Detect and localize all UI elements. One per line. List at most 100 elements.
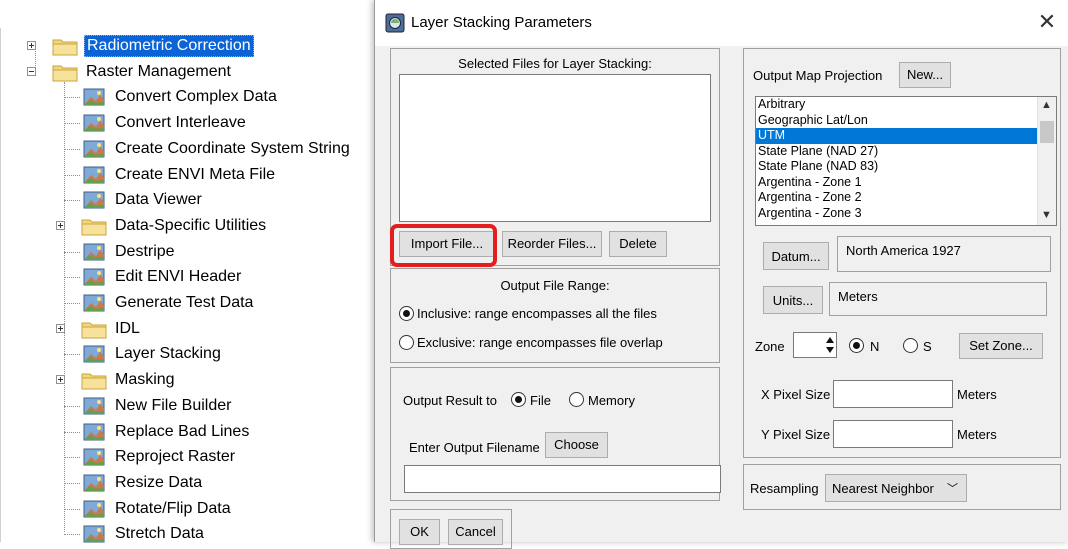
set-zone-button[interactable]: Set Zone...	[959, 333, 1043, 359]
tool-icon	[81, 113, 113, 133]
tree-item[interactable]: Data-Specific Utilities	[81, 213, 268, 239]
projection-option[interactable]: State Plane (NAD 27)	[756, 144, 1040, 160]
tree-item[interactable]: Generate Test Data	[81, 290, 255, 316]
tree-item-label: Reproject Raster	[115, 448, 236, 466]
tree-item[interactable]: Radiometric Correction	[52, 33, 254, 59]
tree-item[interactable]: Reproject Raster	[81, 444, 237, 470]
tree-line	[64, 303, 80, 304]
north-radio[interactable]	[849, 338, 864, 353]
tree-border	[0, 28, 1, 542]
y-pixel-input[interactable]	[833, 420, 953, 448]
expand-icon[interactable]	[56, 220, 65, 230]
expand-icon[interactable]	[56, 375, 65, 385]
tree-item-label: Edit ENVI Header	[115, 268, 242, 286]
tree-item-label: Layer Stacking	[115, 345, 221, 363]
units-button[interactable]: Units...	[763, 286, 823, 314]
exclusive-radio[interactable]	[399, 335, 414, 350]
tree-item-label: Stretch Data	[115, 525, 204, 543]
tree-item-label: Resize Data	[115, 473, 203, 491]
folder-icon	[81, 319, 113, 339]
projection-option[interactable]: Geographic Lat/Lon	[756, 113, 1040, 129]
import-file-highlight	[390, 224, 497, 267]
tree-item[interactable]: Edit ENVI Header	[81, 264, 243, 290]
output-filename-input[interactable]	[404, 465, 721, 493]
tree-line	[64, 148, 80, 150]
selected-files-label: Selected Files for Layer Stacking:	[458, 56, 652, 71]
tree-item-label: Create ENVI Meta File	[115, 165, 276, 183]
tree-item[interactable]: New File Builder	[81, 393, 233, 419]
tree-item[interactable]: Raster Management	[52, 59, 233, 85]
exclusive-label: Exclusive: range encompasses file overla…	[417, 335, 663, 350]
tree-item[interactable]: Layer Stacking	[81, 341, 223, 367]
tree-line	[64, 482, 80, 484]
tree-item[interactable]: Stretch Data	[81, 521, 206, 547]
tool-icon	[81, 499, 113, 519]
folder-icon	[81, 216, 113, 236]
app-icon	[385, 13, 405, 33]
folder-icon	[52, 36, 84, 56]
output-group: Output Result to File Memory Enter Outpu…	[390, 367, 721, 501]
reorder-files-button[interactable]: Reorder Files...	[502, 231, 602, 257]
cancel-button[interactable]: Cancel	[448, 519, 503, 545]
tool-icon	[81, 422, 113, 442]
projection-option[interactable]: Arbitrary	[756, 97, 1040, 113]
tree-item[interactable]: Convert Complex Data	[81, 84, 279, 110]
resampling-select[interactable]: Nearest Neighbor ﹀	[825, 474, 967, 502]
projection-option[interactable]: State Plane (NAD 83)	[756, 159, 1040, 175]
tree-item[interactable]: Create ENVI Meta File	[81, 162, 277, 188]
scroll-down-icon[interactable]: ▼	[1041, 209, 1052, 221]
projection-list[interactable]: Arbitrary Geographic Lat/Lon UTM State Plan…	[755, 96, 1057, 226]
tree-item-label: Destripe	[115, 242, 175, 260]
north-label: N	[870, 339, 880, 354]
tree-line	[64, 508, 80, 510]
title-bar: Layer Stacking Parameters ✕	[375, 0, 1068, 46]
tree-item[interactable]: Masking	[81, 367, 177, 393]
delete-button[interactable]: Delete	[609, 231, 667, 257]
output-file-range-group: Output File Range: Inclusive: range enco…	[390, 268, 720, 363]
ok-button[interactable]: OK	[399, 519, 440, 545]
tree-item-label: IDL	[115, 319, 140, 337]
expand-icon[interactable]	[56, 323, 65, 333]
tree-item[interactable]: IDL	[81, 316, 142, 342]
tree-item[interactable]: Resize Data	[81, 470, 204, 496]
collapse-icon[interactable]	[27, 66, 36, 76]
y-pixel-label: Y Pixel Size	[761, 427, 831, 442]
projection-scrollbar[interactable]: ▲ ▼	[1037, 97, 1056, 225]
projection-option[interactable]: Argentina - Zone 3	[756, 206, 1040, 222]
tool-icon	[81, 396, 113, 416]
x-pixel-input[interactable]	[833, 380, 953, 408]
dialog-title: Layer Stacking Parameters	[411, 14, 592, 31]
zone-label: Zone	[755, 339, 785, 354]
tree-item-label: Generate Test Data	[115, 294, 254, 311]
tree-item[interactable]: Replace Bad Lines	[81, 419, 251, 445]
inclusive-radio[interactable]	[399, 306, 414, 321]
projection-option[interactable]: Argentina - Zone 1	[756, 175, 1040, 191]
south-radio[interactable]	[903, 338, 918, 353]
scroll-thumb[interactable]	[1040, 121, 1054, 143]
y-pixel-unit: Meters	[957, 427, 997, 442]
tree-item-label: Replace Bad Lines	[115, 422, 250, 440]
projection-option[interactable]: UTM	[756, 128, 1040, 144]
tree-item[interactable]: Create Coordinate System String	[81, 136, 352, 162]
tree-item-label: New File Builder	[115, 396, 232, 414]
tree-line	[64, 277, 80, 279]
scroll-up-icon[interactable]: ▲	[1041, 99, 1052, 111]
tree-item-label: Data Viewer	[115, 191, 202, 209]
datum-button[interactable]: Datum...	[763, 242, 829, 270]
expand-icon[interactable]	[27, 41, 36, 50]
selected-files-list[interactable]	[399, 74, 711, 222]
tree-item[interactable]: Convert Interleave	[81, 110, 248, 136]
tree-item[interactable]: Destripe	[81, 239, 177, 265]
tree-item[interactable]: Rotate/Flip Data	[81, 496, 233, 522]
zone-spinner-icon[interactable]	[825, 333, 835, 357]
output-file-radio[interactable]	[511, 392, 526, 407]
choose-button[interactable]: Choose	[545, 432, 608, 458]
projection-option[interactable]: Argentina - Zone 2	[756, 190, 1040, 206]
close-icon[interactable]: ✕	[1033, 8, 1061, 36]
new-projection-button[interactable]: New...	[899, 62, 951, 88]
output-memory-radio[interactable]	[569, 392, 584, 407]
tree-item[interactable]: Data Viewer	[81, 187, 204, 213]
layer-stacking-dialog: Layer Stacking Parameters ✕ Selected Fil…	[374, 0, 1068, 549]
toolbox-tree: Radiometric Correction Raster Management C…	[0, 0, 380, 543]
tool-icon	[81, 344, 113, 364]
